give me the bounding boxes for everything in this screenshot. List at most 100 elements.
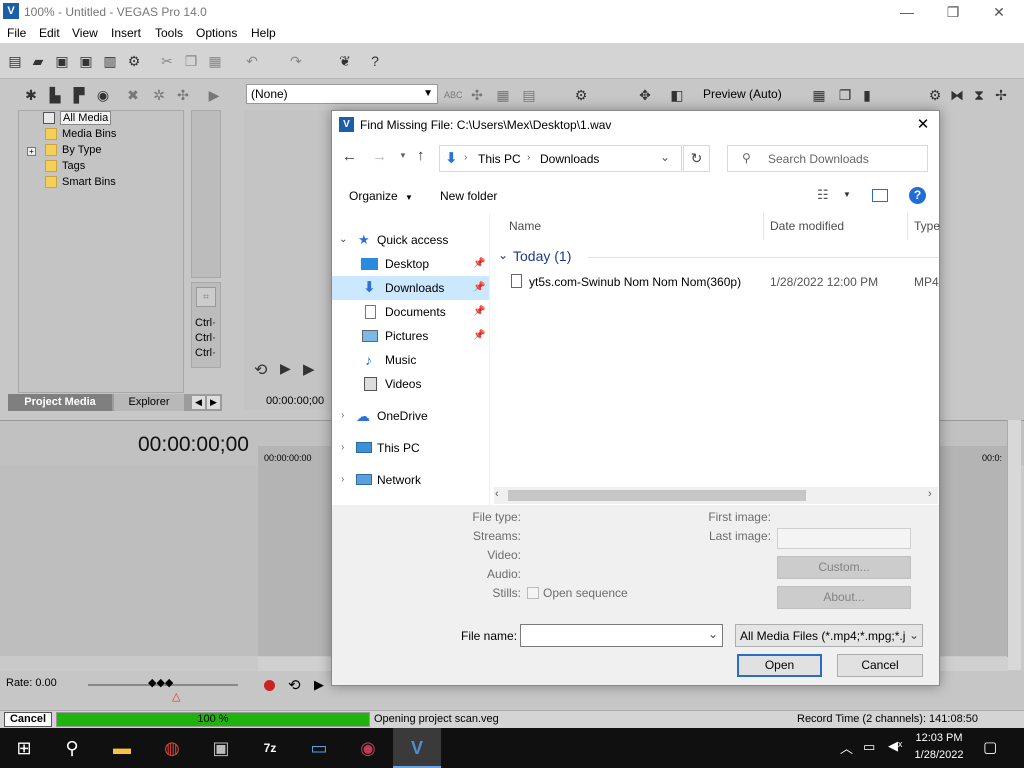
volume-muted-icon[interactable]: ◀ˣ — [888, 738, 902, 754]
trim-icon[interactable]: ▤ — [520, 86, 538, 104]
nav-this-pc[interactable]: › This PC — [332, 436, 489, 460]
file-list-hscroll[interactable]: ‹ › — [494, 487, 938, 504]
preview-settings-icon[interactable]: ⚙ — [572, 86, 590, 104]
rate-handle-icon[interactable]: ◆◆◆ — [148, 676, 173, 689]
about-button[interactable]: About... — [777, 586, 911, 609]
save-snapshot-icon[interactable]: ▮ — [858, 86, 876, 104]
nav-quick-access[interactable]: ⌄ ★ Quick access — [332, 228, 489, 252]
cancel-button[interactable]: Cancel — [837, 654, 923, 677]
scroll-left-icon[interactable]: ‹ — [495, 488, 499, 500]
trimmer-play-icon[interactable]: ⟲ — [254, 360, 267, 380]
tree-item-smart-bins[interactable]: Smart Bins — [45, 176, 116, 192]
nav-network[interactable]: › Network — [332, 468, 489, 492]
nav-pictures[interactable]: Pictures 📌 — [332, 324, 489, 348]
media-generator-icon[interactable]: ✣ — [174, 86, 192, 104]
cut-icon[interactable]: ✂ — [158, 52, 176, 70]
tree-item-tags[interactable]: Tags — [45, 160, 85, 176]
expand-icon[interactable]: + — [27, 147, 36, 156]
paste-icon[interactable]: ▦ — [206, 52, 224, 70]
menu-insert[interactable]: Insert — [111, 26, 141, 40]
column-name[interactable]: Name — [509, 213, 541, 240]
split-screen-icon[interactable]: ✥ — [636, 86, 654, 104]
video-fx-icon[interactable]: ⚙ — [926, 86, 944, 104]
tray-chevron-icon[interactable]: ︿ — [840, 738, 853, 757]
nav-desktop[interactable]: Desktop 📌 — [332, 252, 489, 276]
scroll-thumb[interactable] — [508, 490, 806, 501]
nav-documents[interactable]: Documents 📌 — [332, 300, 489, 324]
photos-app-icon[interactable]: ▣ — [197, 728, 245, 768]
nav-music[interactable]: ♪ Music — [332, 348, 489, 372]
file-explorer-icon[interactable]: ▬ — [98, 728, 146, 768]
vegas-taskbar-icon[interactable]: V — [393, 728, 441, 768]
menu-view[interactable]: View — [72, 26, 98, 40]
column-type[interactable]: Type — [914, 213, 940, 240]
vertical-scrollbar[interactable] — [1007, 420, 1021, 670]
open-button[interactable]: Open — [737, 654, 822, 677]
open-sequence-checkbox[interactable] — [527, 587, 539, 599]
abc-icon[interactable]: ABC — [444, 86, 463, 104]
redo-icon[interactable]: ↷ — [287, 52, 305, 70]
table-row[interactable]: yt5s.com-Swinub Nom Nom Nom(360p) 1/28/2… — [498, 271, 939, 293]
new-folder-button[interactable]: New folder — [440, 189, 497, 203]
new-project-icon[interactable]: ▤ — [6, 52, 24, 70]
tab-scroll-right-icon[interactable]: ▶ — [207, 396, 220, 409]
undo-icon[interactable]: ↶ — [243, 52, 261, 70]
view-dropdown-icon[interactable]: ▼ — [843, 190, 851, 199]
address-dropdown-icon[interactable]: ⌄ — [660, 150, 670, 164]
cancel-render-button[interactable]: Cancel — [4, 712, 52, 727]
network-tray-icon[interactable]: ▭ — [863, 739, 875, 755]
copy-icon[interactable]: ❐ — [182, 52, 200, 70]
forward-icon[interactable]: → — [372, 148, 387, 165]
preview-quality-select[interactable]: Preview (Auto) — [703, 87, 782, 101]
group-header[interactable]: ⌄ Today (1) — [498, 247, 938, 267]
breadcrumb-downloads[interactable]: Downloads — [540, 152, 599, 166]
tree-item-all-media[interactable]: All Media — [43, 111, 112, 128]
capture-icon[interactable]: ▙ — [46, 86, 64, 104]
file-name-input[interactable]: ⌄ — [520, 624, 723, 647]
back-icon[interactable]: ← — [342, 148, 357, 165]
start-windows-icon[interactable]: ⊞ — [0, 728, 48, 768]
recent-locations-icon[interactable]: ▼ — [399, 151, 407, 160]
render-icon[interactable]: ▥ — [101, 52, 119, 70]
record-icon[interactable] — [264, 680, 275, 691]
side-icon[interactable]: ⌗ — [196, 287, 216, 307]
play-media-icon[interactable]: ▶ — [205, 86, 223, 104]
fx-select[interactable]: (None) ▼ — [246, 84, 438, 104]
custom-button[interactable]: Custom... — [777, 556, 911, 579]
play-from-start-icon[interactable]: ▶ — [314, 677, 324, 693]
open-project-icon[interactable]: ▰ — [29, 52, 47, 70]
view-options-icon[interactable]: ☷ — [817, 187, 829, 203]
preview-pane-icon[interactable] — [872, 189, 888, 202]
clock-time[interactable]: 12:03 PM — [913, 732, 965, 744]
transitions-icon[interactable]: ⧗ — [970, 86, 988, 104]
up-icon[interactable]: ↑ — [417, 147, 425, 164]
menu-options[interactable]: Options — [196, 26, 237, 40]
copy-snapshot-icon[interactable]: ❐ — [836, 86, 854, 104]
column-date-modified[interactable]: Date modified — [770, 213, 844, 240]
tab-explorer[interactable]: Explorer — [114, 394, 184, 411]
overlays-icon[interactable]: ◧ — [668, 86, 686, 104]
loop-playback-icon[interactable]: ⟲ — [288, 676, 301, 694]
save-icon[interactable]: ▣ — [53, 52, 71, 70]
import-media-icon[interactable]: ✱ — [22, 86, 40, 104]
maximize-button[interactable]: ❐ — [930, 2, 976, 22]
save-as-icon[interactable]: ▣ — [77, 52, 95, 70]
arrows-icon[interactable]: ✣ — [468, 86, 486, 104]
breadcrumb-this-pc[interactable]: This PC — [478, 152, 521, 166]
scroll-right-icon[interactable]: › — [928, 488, 932, 500]
clock-date[interactable]: 1/28/2022 — [911, 749, 967, 761]
help-pointer-icon[interactable]: ? — [366, 52, 384, 70]
dvd-app-icon[interactable]: ◉ — [344, 728, 392, 768]
chevron-down-icon[interactable]: ⌄ — [708, 627, 718, 641]
notifications-icon[interactable]: ▢ — [983, 738, 997, 756]
close-window-button[interactable]: ✕ — [976, 2, 1022, 22]
remove-media-icon[interactable]: ✖ — [124, 86, 142, 104]
address-bar[interactable]: ⬇ › This PC › Downloads ⌄ — [439, 145, 682, 172]
menu-edit[interactable]: Edit — [39, 26, 60, 40]
tab-project-media[interactable]: Project Media — [8, 394, 112, 411]
media-fx-icon[interactable]: ✲ — [150, 86, 168, 104]
fx-icon[interactable]: ▦ — [494, 86, 512, 104]
monitor-app-icon[interactable]: ▭ — [295, 728, 343, 768]
get-media-icon[interactable]: ▛ — [70, 86, 88, 104]
trimmer-play-button-icon[interactable]: ▶ — [303, 360, 315, 378]
